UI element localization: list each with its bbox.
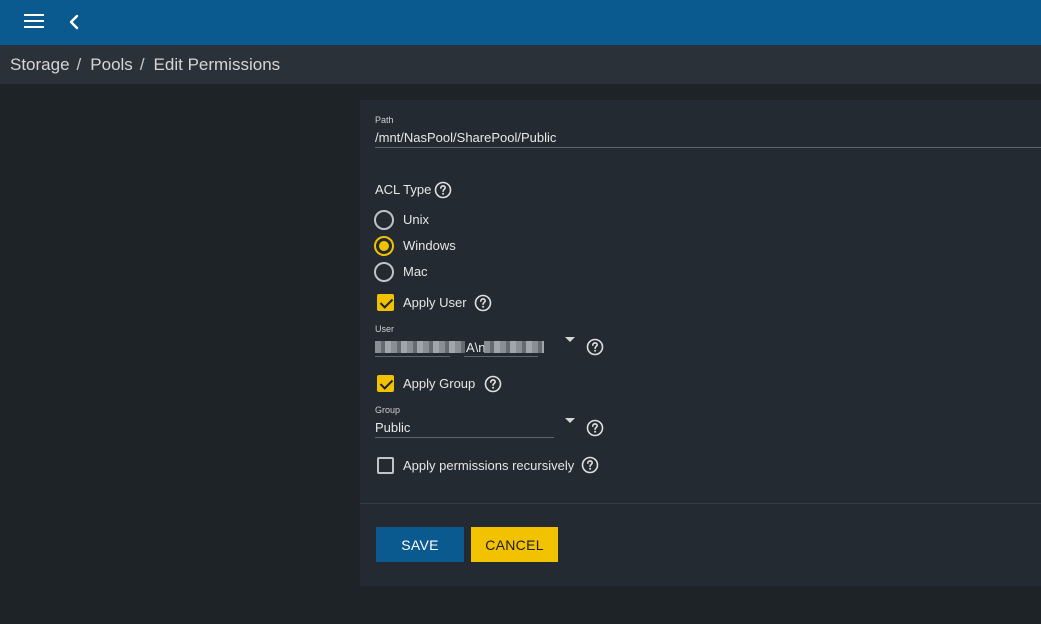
apply-user-help-icon[interactable] bbox=[474, 294, 492, 312]
radio-button[interactable] bbox=[374, 262, 394, 282]
apply-group-label: Apply Group bbox=[403, 376, 476, 391]
group-underline bbox=[375, 437, 554, 438]
apply-recursive-checkbox[interactable] bbox=[377, 457, 394, 474]
apply-user-checkbox[interactable] bbox=[377, 294, 394, 311]
save-button[interactable]: SAVE bbox=[376, 527, 464, 562]
breadcrumb-bar: Storage / Pools / Edit Permissions bbox=[0, 45, 1041, 84]
radio-label-windows: Windows bbox=[403, 238, 456, 253]
breadcrumb-current: Edit Permissions bbox=[153, 55, 281, 74]
apply-group-help-icon[interactable] bbox=[484, 375, 502, 393]
apply-group-checkbox-row[interactable]: Apply Group bbox=[377, 375, 487, 393]
breadcrumb: Storage / Pools / Edit Permissions bbox=[10, 55, 280, 75]
breadcrumb-separator: / bbox=[139, 55, 145, 74]
path-label: Path bbox=[375, 115, 394, 125]
group-dropdown-arrow-icon[interactable] bbox=[565, 418, 575, 423]
acl-type-radio-mac[interactable]: Mac bbox=[374, 262, 494, 284]
redacted-username-part bbox=[375, 341, 465, 353]
breadcrumb-storage[interactable]: Storage bbox=[10, 55, 70, 74]
apply-user-checkbox-row[interactable]: Apply User bbox=[377, 294, 477, 312]
acl-type-label: ACL Type bbox=[375, 182, 432, 197]
edit-permissions-card: Path /mnt/NasPool/SharePool/Public ACL T… bbox=[360, 100, 1041, 586]
user-underline bbox=[464, 356, 538, 357]
group-help-icon[interactable] bbox=[586, 419, 604, 437]
acl-type-radio-unix[interactable]: Unix bbox=[374, 210, 494, 232]
user-underline bbox=[375, 356, 450, 357]
apply-group-checkbox[interactable] bbox=[377, 375, 394, 392]
radio-button-selected[interactable] bbox=[374, 236, 394, 256]
user-select-value[interactable]: A\n bbox=[466, 340, 486, 355]
radio-button[interactable] bbox=[374, 210, 394, 230]
apply-recursive-label: Apply permissions recursively bbox=[403, 458, 575, 473]
user-label: User bbox=[375, 324, 395, 334]
cancel-button[interactable]: CANCEL bbox=[471, 527, 558, 562]
radio-label-unix: Unix bbox=[403, 212, 430, 227]
path-underline bbox=[375, 147, 1041, 148]
chevron-left-icon[interactable] bbox=[66, 13, 84, 31]
form-divider bbox=[360, 503, 1041, 504]
group-label: Group bbox=[375, 405, 401, 415]
group-select-value[interactable]: Public bbox=[375, 420, 410, 435]
user-help-icon[interactable] bbox=[586, 338, 604, 356]
apply-recursive-help-icon[interactable] bbox=[581, 456, 599, 474]
hamburger-menu-icon[interactable] bbox=[24, 14, 44, 30]
acl-type-help-icon[interactable] bbox=[434, 181, 452, 199]
apply-recursive-checkbox-row[interactable]: Apply permissions recursively bbox=[377, 457, 577, 475]
breadcrumb-separator: / bbox=[76, 55, 82, 74]
breadcrumb-pools[interactable]: Pools bbox=[90, 55, 133, 74]
apply-user-label: Apply User bbox=[403, 295, 467, 310]
top-bar bbox=[0, 0, 1041, 45]
radio-label-mac: Mac bbox=[403, 264, 428, 279]
redacted-username-part bbox=[484, 341, 544, 353]
acl-type-radio-windows[interactable]: Windows bbox=[374, 236, 494, 258]
user-dropdown-arrow-icon[interactable] bbox=[565, 337, 575, 342]
path-value: /mnt/NasPool/SharePool/Public bbox=[375, 130, 557, 145]
